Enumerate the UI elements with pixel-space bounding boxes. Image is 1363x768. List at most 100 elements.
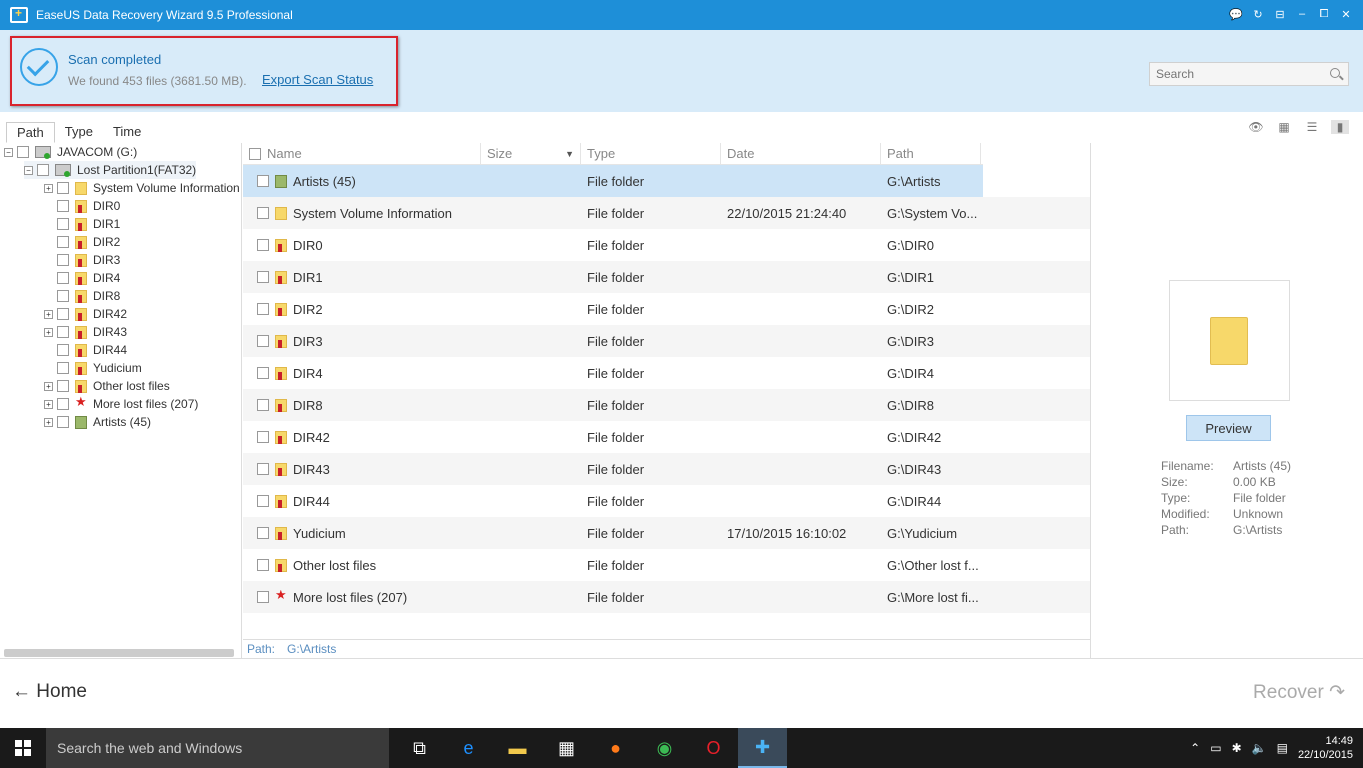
search-icon[interactable] xyxy=(1330,68,1340,78)
tree-checkbox[interactable] xyxy=(57,272,69,284)
expand-icon[interactable]: + xyxy=(44,381,53,391)
select-all-checkbox[interactable] xyxy=(249,147,261,160)
tree-checkbox[interactable] xyxy=(57,362,69,374)
file-row[interactable]: DIR1 File folder G:\DIR1 xyxy=(243,261,1090,293)
tree-checkbox[interactable] xyxy=(57,182,69,194)
chevron-up-icon[interactable]: ⌃ xyxy=(1190,741,1200,755)
eye-icon[interactable]: 👁 xyxy=(1247,120,1265,134)
tree-checkbox[interactable] xyxy=(57,218,69,230)
store-icon[interactable]: ▦ xyxy=(542,728,591,768)
tree-partition[interactable]: − Lost Partition1(FAT32) xyxy=(24,161,197,179)
task-view-icon[interactable]: ⧉ xyxy=(395,728,444,768)
tab-type[interactable]: Type xyxy=(55,122,103,143)
expand-icon[interactable]: + xyxy=(44,399,53,409)
row-checkbox[interactable] xyxy=(257,239,269,251)
row-checkbox[interactable] xyxy=(257,271,269,283)
chrome-icon[interactable]: ◉ xyxy=(640,728,689,768)
search-input[interactable] xyxy=(1156,67,1326,81)
minimize-button[interactable]: – xyxy=(1293,6,1311,22)
tree-checkbox[interactable] xyxy=(57,236,69,248)
tree-item[interactable]: DIR3 xyxy=(44,251,120,269)
tree-item[interactable]: + DIR43 xyxy=(44,323,127,341)
collapse-icon[interactable]: − xyxy=(24,165,33,175)
row-checkbox[interactable] xyxy=(257,495,269,507)
file-row[interactable]: More lost files (207) File folder G:\More … xyxy=(243,581,1090,613)
tree-checkbox[interactable] xyxy=(57,326,69,338)
volume-icon[interactable]: 🔈 xyxy=(1252,741,1267,755)
home-button[interactable]: ← Home xyxy=(12,681,87,703)
expand-icon[interactable]: + xyxy=(44,183,53,193)
column-date[interactable]: Date xyxy=(721,142,881,165)
file-row[interactable]: DIR0 File folder G:\DIR0 xyxy=(243,229,1090,261)
clock[interactable]: 14:49 22/10/2015 xyxy=(1298,734,1353,762)
list-view-icon[interactable]: ☰ xyxy=(1303,120,1321,134)
thumbnail-view-icon[interactable]: ▦ xyxy=(1275,120,1293,134)
row-checkbox[interactable] xyxy=(257,367,269,379)
preview-button[interactable]: Preview xyxy=(1186,415,1271,441)
file-row[interactable]: DIR4 File folder G:\DIR4 xyxy=(243,357,1090,389)
tree-item[interactable]: DIR4 xyxy=(44,269,120,287)
notifications-icon[interactable]: ▤ xyxy=(1277,741,1288,755)
tree-item[interactable]: DIR8 xyxy=(44,287,120,305)
column-type[interactable]: Type xyxy=(581,142,721,165)
row-checkbox[interactable] xyxy=(257,463,269,475)
tree-checkbox[interactable] xyxy=(57,344,69,356)
tree-drive[interactable]: − JAVACOM (G:) xyxy=(4,143,137,161)
tree-item[interactable]: + Other lost files xyxy=(44,377,170,395)
tree-item[interactable]: + System Volume Information xyxy=(44,179,240,197)
column-name[interactable]: Name xyxy=(243,142,481,165)
expand-icon[interactable]: + xyxy=(44,327,53,337)
tree-item[interactable]: DIR0 xyxy=(44,197,120,215)
tree-item[interactable]: + Artists (45) xyxy=(44,413,151,431)
tree-checkbox[interactable] xyxy=(17,146,29,158)
row-checkbox[interactable] xyxy=(257,399,269,411)
file-explorer-icon[interactable]: ▬ xyxy=(493,728,542,768)
tree-item[interactable]: DIR2 xyxy=(44,233,120,251)
tree-checkbox[interactable] xyxy=(37,164,49,176)
easeus-icon[interactable]: ✚ xyxy=(738,728,787,768)
tree-checkbox[interactable] xyxy=(57,398,69,410)
taskbar-search[interactable]: Search the web and Windows xyxy=(46,728,389,768)
tree-item[interactable]: DIR44 xyxy=(44,341,127,359)
tree-checkbox[interactable] xyxy=(57,200,69,212)
row-checkbox[interactable] xyxy=(257,559,269,571)
tree-item[interactable]: Yudicium xyxy=(44,359,142,377)
tree-item[interactable]: + More lost files (207) xyxy=(44,394,198,413)
tab-time[interactable]: Time xyxy=(103,122,151,143)
tree-checkbox[interactable] xyxy=(57,254,69,266)
opera-icon[interactable]: O xyxy=(689,728,738,768)
file-row[interactable]: DIR8 File folder G:\DIR8 xyxy=(243,389,1090,421)
maximize-button[interactable]: ⧠ xyxy=(1315,6,1333,22)
row-checkbox[interactable] xyxy=(257,175,269,187)
menu-icon[interactable]: ⊟ xyxy=(1271,6,1289,22)
tab-path[interactable]: Path xyxy=(6,122,55,143)
tree-checkbox[interactable] xyxy=(57,308,69,320)
start-button[interactable] xyxy=(0,728,46,768)
file-row[interactable]: Other lost files File folder G:\Other lost… xyxy=(243,549,1090,581)
preview-pane-icon[interactable]: ▮ xyxy=(1331,120,1349,134)
refresh-icon[interactable]: ↻ xyxy=(1249,6,1267,22)
row-checkbox[interactable] xyxy=(257,431,269,443)
row-checkbox[interactable] xyxy=(257,207,269,219)
close-button[interactable]: ✕ xyxy=(1337,6,1355,22)
column-size[interactable]: Size ▼ xyxy=(481,142,581,165)
edge-icon[interactable]: e xyxy=(444,728,493,768)
tree-item[interactable]: DIR1 xyxy=(44,215,120,233)
tree-horizontal-scrollbar[interactable] xyxy=(4,649,234,657)
tree-checkbox[interactable] xyxy=(57,416,69,428)
expand-icon[interactable]: + xyxy=(44,309,53,319)
firefox-icon[interactable]: ● xyxy=(591,728,640,768)
file-row[interactable]: Artists (45) File folder G:\Artists xyxy=(243,165,983,197)
row-checkbox[interactable] xyxy=(257,335,269,347)
row-checkbox[interactable] xyxy=(257,527,269,539)
file-row[interactable]: DIR44 File folder G:\DIR44 xyxy=(243,485,1090,517)
expand-icon[interactable]: + xyxy=(44,417,53,427)
file-row[interactable]: System Volume Information File folder 22/1… xyxy=(243,197,1090,229)
tree-checkbox[interactable] xyxy=(57,290,69,302)
tree-item[interactable]: + DIR42 xyxy=(44,305,127,323)
file-row[interactable]: Yudicium File folder 17/10/2015 16:10:02 G:… xyxy=(243,517,1090,549)
collapse-icon[interactable]: − xyxy=(4,147,13,157)
file-row[interactable]: DIR2 File folder G:\DIR2 xyxy=(243,293,1090,325)
row-checkbox[interactable] xyxy=(257,303,269,315)
battery-icon[interactable]: ▭ xyxy=(1210,741,1221,755)
